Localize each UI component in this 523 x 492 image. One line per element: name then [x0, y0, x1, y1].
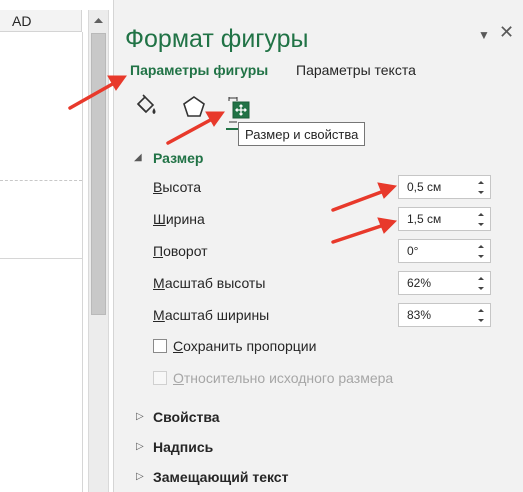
expanded-arrow-icon[interactable]: ◢	[134, 152, 142, 163]
row-divider	[0, 258, 82, 259]
spin-up-icon[interactable]	[475, 242, 487, 251]
spin-up-icon[interactable]	[475, 210, 487, 219]
collapsed-arrow-icon[interactable]: ▷	[136, 471, 144, 482]
scale-width-value[interactable]: 83%	[407, 308, 431, 322]
rotation-stepper[interactable]: 0°	[398, 239, 491, 263]
tooltip-size-properties: Размер и свойства	[238, 122, 366, 146]
scale-height-label: Масштаб высоты	[153, 275, 266, 291]
spin-down-icon[interactable]	[475, 220, 487, 229]
scale-height-value[interactable]: 62%	[407, 276, 431, 290]
scale-height-stepper[interactable]: 62%	[398, 271, 491, 295]
scroll-up-icon[interactable]	[91, 13, 106, 28]
column-header-label: AD	[12, 13, 32, 29]
keep-proportions-checkbox[interactable]	[153, 339, 167, 353]
page-break-line	[0, 180, 82, 181]
spin-down-icon[interactable]	[475, 284, 487, 293]
fill-line-icon[interactable]	[132, 93, 160, 121]
worksheet-area[interactable]	[0, 0, 86, 492]
spin-down-icon[interactable]	[475, 316, 487, 325]
close-icon[interactable]: ✕	[499, 22, 514, 43]
scale-width-label: Масштаб ширины	[153, 307, 270, 323]
width-stepper[interactable]: 1,5 см	[398, 207, 491, 231]
column-header-ad[interactable]: AD	[0, 10, 82, 32]
spin-down-icon[interactable]	[475, 188, 487, 197]
relative-original-label: Относительно исходного размера	[173, 370, 394, 386]
section-textbox-header[interactable]: Надпись	[153, 439, 213, 455]
pane-options-icon[interactable]: ▼	[478, 28, 490, 42]
relative-original-checkbox	[153, 371, 167, 385]
height-label: Высота	[153, 179, 202, 195]
scale-width-stepper[interactable]: 83%	[398, 303, 491, 327]
rotation-label: Поворот	[153, 243, 208, 259]
collapsed-arrow-icon[interactable]: ▷	[136, 411, 144, 422]
pane-title: Формат фигуры	[125, 25, 309, 53]
scrollbar-thumb[interactable]	[91, 33, 106, 315]
keep-proportions-label[interactable]: Сохранить пропорции	[173, 338, 316, 354]
spin-up-icon[interactable]	[475, 306, 487, 315]
spin-down-icon[interactable]	[475, 252, 487, 261]
effects-pentagon-icon[interactable]	[180, 93, 208, 121]
tab-text-options[interactable]: Параметры текста	[296, 62, 416, 78]
width-label: Ширина	[153, 211, 205, 227]
tab-shape-options[interactable]: Параметры фигуры	[130, 62, 268, 78]
spin-up-icon[interactable]	[475, 178, 487, 187]
height-stepper[interactable]: 0,5 см	[398, 175, 491, 199]
section-size-header[interactable]: Размер	[153, 150, 203, 166]
collapsed-arrow-icon[interactable]: ▷	[136, 441, 144, 452]
section-properties-header[interactable]: Свойства	[153, 409, 220, 425]
spin-up-icon[interactable]	[475, 274, 487, 283]
rotation-value[interactable]: 0°	[407, 244, 418, 258]
height-value[interactable]: 0,5 см	[407, 180, 441, 194]
width-value[interactable]: 1,5 см	[407, 212, 441, 226]
size-properties-icon[interactable]	[228, 97, 254, 123]
column-divider	[82, 32, 83, 492]
section-alt-text-header[interactable]: Замещающий текст	[153, 469, 288, 485]
